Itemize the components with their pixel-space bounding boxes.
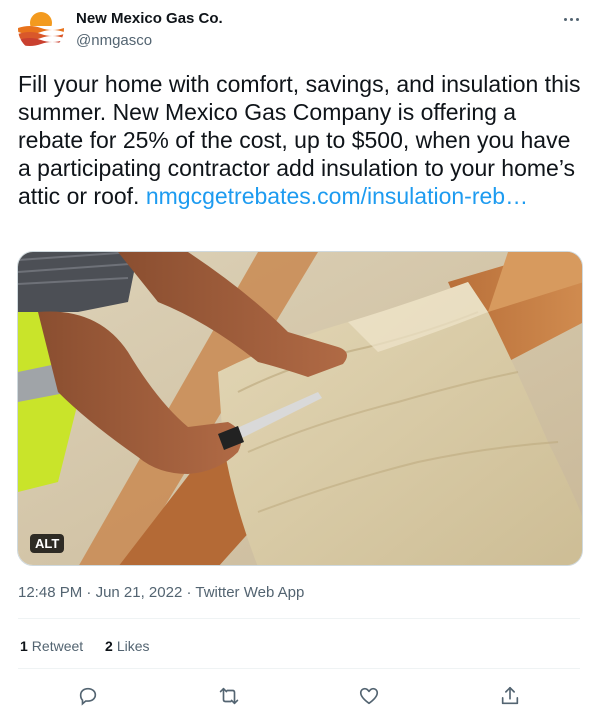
tweet-source[interactable]: Twitter Web App <box>195 584 304 601</box>
meta-separator: · <box>182 584 196 601</box>
retweets-count: 1 <box>20 638 28 654</box>
retweets-stat[interactable]: 1 Retweet <box>20 638 83 654</box>
tweet-text: Fill your home with comfort, savings, an… <box>18 70 583 210</box>
likes-count: 2 <box>105 638 113 654</box>
likes-label: Likes <box>116 638 150 654</box>
heart-icon <box>360 687 379 705</box>
meta-separator: · <box>82 584 96 601</box>
avatar[interactable] <box>18 6 64 52</box>
share-button[interactable] <box>493 680 527 712</box>
tweet-stats: 1 Retweet 2 Likes <box>20 638 168 654</box>
retweet-icon <box>219 687 239 705</box>
more-options-button[interactable] <box>558 8 584 30</box>
author-name[interactable]: New Mexico Gas Co. <box>76 10 223 27</box>
like-button[interactable] <box>352 680 386 712</box>
reply-icon <box>80 687 97 706</box>
more-dot-icon <box>569 17 573 21</box>
author-handle[interactable]: @nmgasco <box>76 32 152 49</box>
insulation-photo-icon <box>18 252 582 565</box>
alt-text-button[interactable]: ALT <box>30 534 65 553</box>
share-icon <box>501 686 518 705</box>
nmgas-sunset-logo-icon <box>18 6 64 52</box>
tweet-date[interactable]: Jun 21, 2022 <box>96 584 183 601</box>
more-dot-icon <box>563 17 567 21</box>
tweet: New Mexico Gas Co. @nmgasco Fill your ho… <box>0 0 598 718</box>
more-dot-icon <box>575 17 579 21</box>
reply-button[interactable] <box>71 680 105 712</box>
tweet-link[interactable]: nmgcgetrebates.com/insulation-reb… <box>146 183 528 209</box>
tweet-actions <box>18 680 580 712</box>
retweet-button[interactable] <box>212 680 246 712</box>
tweet-media[interactable]: ALT <box>17 251 583 566</box>
likes-stat[interactable]: 2 Likes <box>105 638 149 654</box>
divider <box>18 668 580 669</box>
retweets-label: Retweet <box>31 638 84 654</box>
tweet-time[interactable]: 12:48 PM <box>18 584 82 601</box>
tweet-metadata: 12:48 PM · Jun 21, 2022 · Twitter Web Ap… <box>18 584 304 601</box>
divider <box>18 618 580 619</box>
